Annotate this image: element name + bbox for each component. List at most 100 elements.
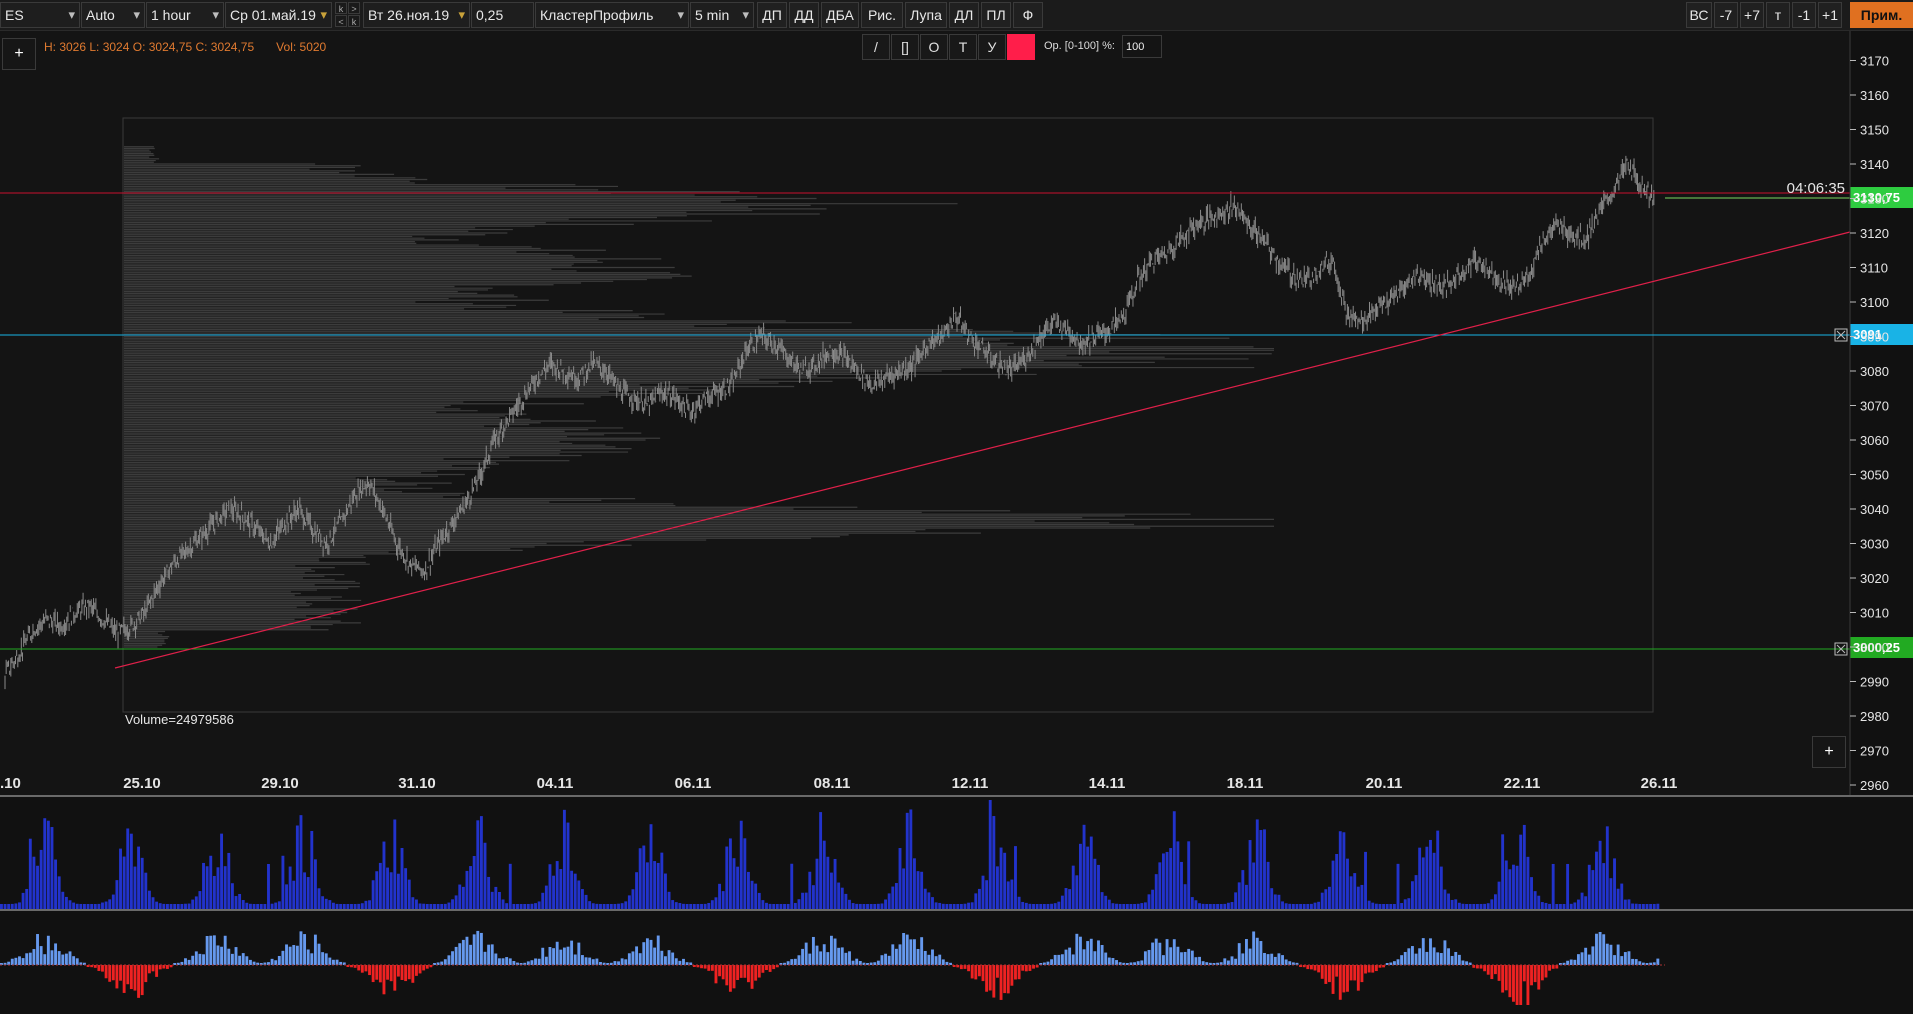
delta-bar (674, 958, 678, 965)
delta-bar (1169, 947, 1173, 965)
volume-bar (848, 899, 851, 910)
volume-bar (1082, 824, 1086, 910)
delta-bar (494, 953, 498, 965)
delta-bar (115, 965, 119, 989)
delta-bar (1162, 955, 1165, 965)
volume-bar (996, 866, 999, 910)
delta-bar (649, 939, 653, 965)
delta-bar (667, 950, 671, 965)
delta-bar (833, 938, 837, 965)
delta-bar (1443, 940, 1447, 965)
volume-bar (1147, 894, 1151, 910)
delta-bar (21, 958, 25, 965)
volume-bar (671, 900, 675, 910)
volume-bar (1230, 902, 1234, 910)
price-tick-label: 3100 (1860, 295, 1889, 310)
delta-bar (858, 960, 862, 965)
volume-bar (43, 818, 47, 910)
delta-bar (588, 957, 592, 965)
volume-bar (1071, 865, 1075, 910)
delta-bar (1111, 958, 1115, 965)
text-tool-button[interactable]: T (949, 34, 977, 60)
volume-bar (635, 872, 639, 910)
delta-bar (1082, 949, 1086, 965)
delta-bar (1595, 933, 1598, 965)
opacity-input[interactable] (1122, 35, 1162, 58)
delta-bar (1093, 951, 1097, 965)
price-chart[interactable]: 3130,7530913000,25 317031603150314031303… (0, 0, 1913, 1014)
price-axis[interactable]: 3170 3160 3150 3140 3130 3120 3110 3100 3090 3080… (1849, 31, 1889, 796)
volume-bar (483, 842, 487, 910)
add-indicator-button[interactable]: + (2, 38, 36, 70)
other-tool-button[interactable]: У (978, 34, 1006, 60)
volume-bar (584, 894, 588, 910)
delta-bar (1060, 954, 1064, 965)
volume-bar (656, 862, 660, 910)
delta-bar (1277, 953, 1281, 965)
color-picker[interactable] (1007, 34, 1035, 60)
volume-bar (728, 838, 732, 910)
delta-bar (1165, 939, 1169, 965)
volume-bar (364, 900, 368, 910)
volume-bar (714, 897, 718, 910)
delta-bar (1374, 965, 1378, 972)
volume-bar (566, 822, 570, 910)
volume-bar (498, 891, 501, 910)
price-tick-label: 3080 (1860, 364, 1889, 379)
volume-bar (1490, 899, 1494, 910)
delta-bar (1609, 944, 1613, 965)
volume-bar (1093, 858, 1097, 910)
volume-bar (811, 885, 815, 910)
delta-bar (202, 954, 205, 965)
delta-bar (292, 945, 296, 965)
volume-bar (591, 903, 595, 910)
volume-bar (1421, 857, 1425, 910)
volume-bar (934, 902, 938, 910)
delta-bar (1598, 932, 1602, 965)
delta-bar (938, 954, 942, 965)
delta-bar (1014, 965, 1017, 980)
delta-bar (1551, 965, 1555, 969)
delta-bar (10, 958, 14, 965)
volume-bar (902, 868, 906, 910)
volume-bar (479, 816, 483, 910)
delta-bar (804, 942, 808, 965)
delta-bar (1392, 961, 1396, 965)
delta-bar (992, 965, 996, 998)
volume-bar (894, 883, 898, 910)
delta-bar (739, 965, 743, 978)
volume-bar (1566, 863, 1570, 910)
volume-bar (227, 852, 231, 910)
date-tick-label: 04.11 (537, 775, 574, 792)
volume-bar (938, 902, 942, 910)
circle-tool-button[interactable]: O (920, 34, 948, 60)
volume-bar (1187, 841, 1191, 910)
delta-bar (591, 959, 595, 965)
volume-bar (710, 900, 714, 910)
volume-bar (1064, 888, 1068, 910)
volume-bar (1266, 861, 1270, 910)
delta-bar (1522, 965, 1526, 982)
volume-bar (368, 900, 371, 910)
volume-bar (133, 866, 137, 910)
delta-bar (1017, 965, 1021, 980)
price-tick-label: 3070 (1860, 399, 1889, 414)
delta-bar (714, 965, 718, 984)
volume-bar (205, 866, 209, 910)
delta-bar (1569, 959, 1573, 965)
line-tool-button[interactable]: / (862, 34, 890, 60)
delta-bar (970, 965, 974, 979)
volume-bar (1450, 899, 1454, 910)
add-panel-button[interactable]: + (1812, 736, 1846, 768)
volume-bar (57, 876, 61, 910)
delta-bar (1064, 949, 1068, 965)
volume-bar (913, 858, 916, 910)
rect-tool-button[interactable]: [] (891, 34, 919, 60)
price-tick-label: 3060 (1860, 433, 1889, 448)
volume-bar (158, 903, 162, 910)
delta-bar (1479, 965, 1483, 969)
price-tick-label: 3040 (1860, 502, 1889, 517)
delta-bar (1364, 965, 1367, 974)
delta-bar (270, 958, 274, 965)
volume-bar (454, 895, 458, 910)
